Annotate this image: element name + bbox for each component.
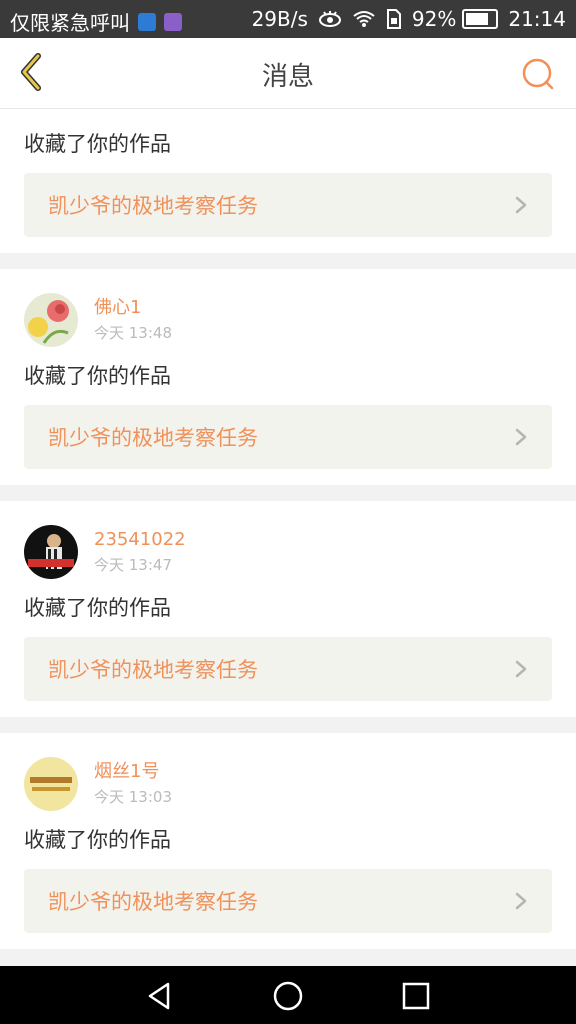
signal-app-icon	[138, 12, 156, 31]
page-title: 消息	[261, 62, 314, 92]
app-header: 消息	[0, 38, 576, 109]
user-row: 23541022 今天 13:47	[24, 501, 552, 579]
gallery-app-icon	[164, 12, 182, 31]
message-time: 今天 13:48	[94, 324, 172, 342]
message-card: 收藏了你的作品 凯少爷的极地考察任务	[0, 109, 576, 253]
chevron-right-icon	[515, 892, 527, 910]
user-row: 佛心1 今天 13:48	[24, 269, 552, 347]
work-title: 凯少爷的极地考察任务	[48, 194, 258, 218]
message-action: 收藏了你的作品	[24, 364, 171, 388]
work-link[interactable]: 凯少爷的极地考察任务	[24, 405, 552, 469]
work-title: 凯少爷的极地考察任务	[48, 658, 258, 682]
recents-square-icon[interactable]	[396, 976, 436, 1016]
home-circle-icon[interactable]	[268, 976, 308, 1016]
eye-icon	[318, 11, 341, 27]
user-row: 烟丝1号 今天 13:03	[24, 733, 552, 811]
system-nav-bar	[0, 966, 576, 1024]
status-bar: 仅限紧急呼叫 29B/s 92% 21:14	[0, 0, 576, 38]
work-link[interactable]: 凯少爷的极地考察任务	[24, 173, 552, 237]
work-title: 凯少爷的极地考察任务	[48, 426, 258, 450]
message-action: 收藏了你的作品	[24, 132, 171, 156]
user-name[interactable]: 烟丝1号	[94, 761, 172, 783]
network-speed: 29B/s	[251, 7, 308, 31]
message-time: 今天 13:47	[94, 556, 172, 574]
chevron-right-icon	[515, 428, 527, 446]
message-card: 烟丝1号 今天 13:03 收藏了你的作品 凯少爷的极地考察任务	[0, 733, 576, 949]
wifi-icon	[353, 11, 375, 27]
status-right: 29B/s 92% 21:14	[252, 7, 566, 31]
search-icon[interactable]	[518, 54, 558, 94]
carrier-label: 仅限紧急呼叫	[10, 11, 130, 35]
message-list: 收藏了你的作品 凯少爷的极地考察任务 佛心1 今天 13:48 收藏了你的作品 …	[0, 109, 576, 965]
avatar[interactable]	[24, 757, 78, 811]
message-card: 佛心1 今天 13:48 收藏了你的作品 凯少爷的极地考察任务	[0, 269, 576, 485]
work-link[interactable]: 凯少爷的极地考察任务	[24, 869, 552, 933]
clock: 21:14	[508, 7, 566, 31]
user-name[interactable]: 23541022	[94, 529, 186, 551]
chevron-right-icon	[515, 660, 527, 678]
work-link[interactable]: 凯少爷的极地考察任务	[24, 637, 552, 701]
back-triangle-icon[interactable]	[140, 976, 180, 1016]
user-name[interactable]: 佛心1	[94, 297, 172, 319]
message-action: 收藏了你的作品	[24, 596, 171, 620]
work-title: 凯少爷的极地考察任务	[48, 890, 258, 914]
avatar[interactable]	[24, 293, 78, 347]
battery-percent: 92%	[411, 7, 457, 31]
chevron-right-icon	[515, 196, 527, 214]
status-left: 仅限紧急呼叫	[10, 7, 182, 36]
avatar[interactable]	[24, 525, 78, 579]
sim-icon	[386, 9, 401, 29]
message-action: 收藏了你的作品	[24, 828, 171, 852]
message-time: 今天 13:03	[94, 788, 172, 806]
message-card: 23541022 今天 13:47 收藏了你的作品 凯少爷的极地考察任务	[0, 501, 576, 717]
battery-icon	[462, 9, 499, 29]
